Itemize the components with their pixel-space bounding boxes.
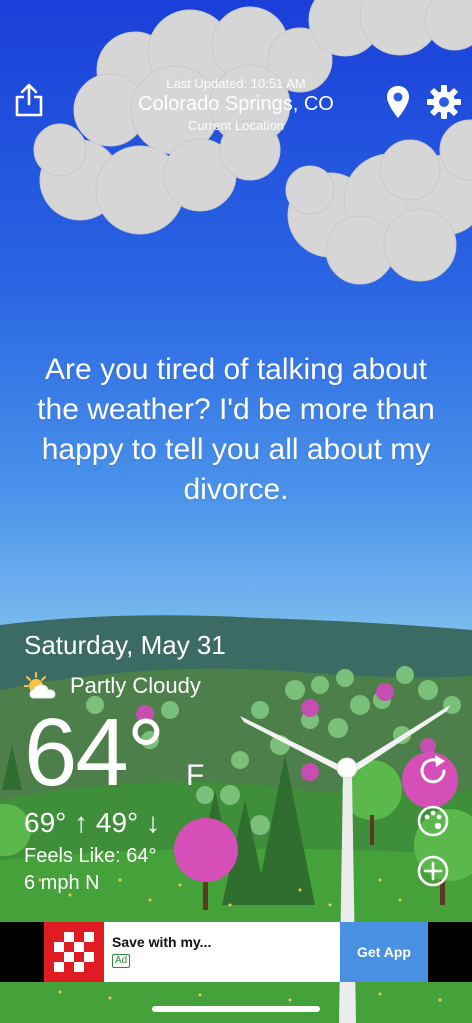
theme-button[interactable] — [414, 802, 452, 840]
condition-row: Partly Cloudy — [24, 671, 226, 701]
wind-speed: 6 mph N — [24, 872, 100, 894]
condition-label: Partly Cloudy — [70, 673, 201, 698]
palette-icon — [417, 805, 449, 837]
last-updated-text: Last Updated: 10:51 AM — [166, 76, 306, 91]
settings-button[interactable] — [426, 84, 462, 120]
clouds — [33, 0, 472, 285]
location-button[interactable] — [386, 85, 410, 119]
current-location-label: Current Location — [187, 118, 285, 133]
high-low-temps: 69° ↑ 49° ↓ — [24, 807, 161, 838]
city-name[interactable]: Colorado Springs, CO — [100, 93, 372, 116]
add-location-button[interactable] — [414, 852, 452, 890]
ad-banner: Save with my... Ad Get App — [0, 922, 472, 982]
refresh-icon — [420, 755, 446, 784]
weather-screen: Last Updated: 10:51 AM Colorado Springs,… — [0, 0, 472, 1023]
share-icon — [15, 83, 43, 117]
ad-title: Save with my... — [112, 934, 212, 950]
ad-badge: Ad — [112, 954, 131, 968]
partly-cloudy-icon — [24, 672, 56, 699]
location-pin-icon — [387, 86, 409, 118]
date-label: Saturday, May 31 — [24, 630, 226, 660]
feels-like: Feels Like: 64° — [24, 845, 157, 867]
add-circle-icon — [417, 855, 449, 887]
refresh-button[interactable] — [414, 752, 452, 790]
gear-icon — [427, 85, 461, 119]
ad-text: Save with my... Ad — [104, 922, 340, 982]
temperature-unit[interactable]: F — [186, 759, 204, 793]
temperature-value: 64° — [24, 699, 165, 806]
weather-details: Saturday, May 31 Partly Cloudy 64° F 69°… — [24, 630, 226, 895]
home-indicator[interactable] — [152, 1006, 320, 1012]
ad-card[interactable]: Save with my... Ad Get App — [44, 922, 428, 982]
share-button[interactable] — [14, 82, 44, 118]
ad-logo — [44, 922, 104, 982]
get-app-button[interactable]: Get App — [340, 922, 428, 982]
location-header: Last Updated: 10:51 AM Colorado Springs,… — [100, 76, 372, 133]
temperature-row: 64° F — [24, 703, 226, 807]
checkerboard-logo-icon — [54, 932, 94, 972]
weather-message: Are you tired of talking about the weath… — [37, 353, 435, 506]
